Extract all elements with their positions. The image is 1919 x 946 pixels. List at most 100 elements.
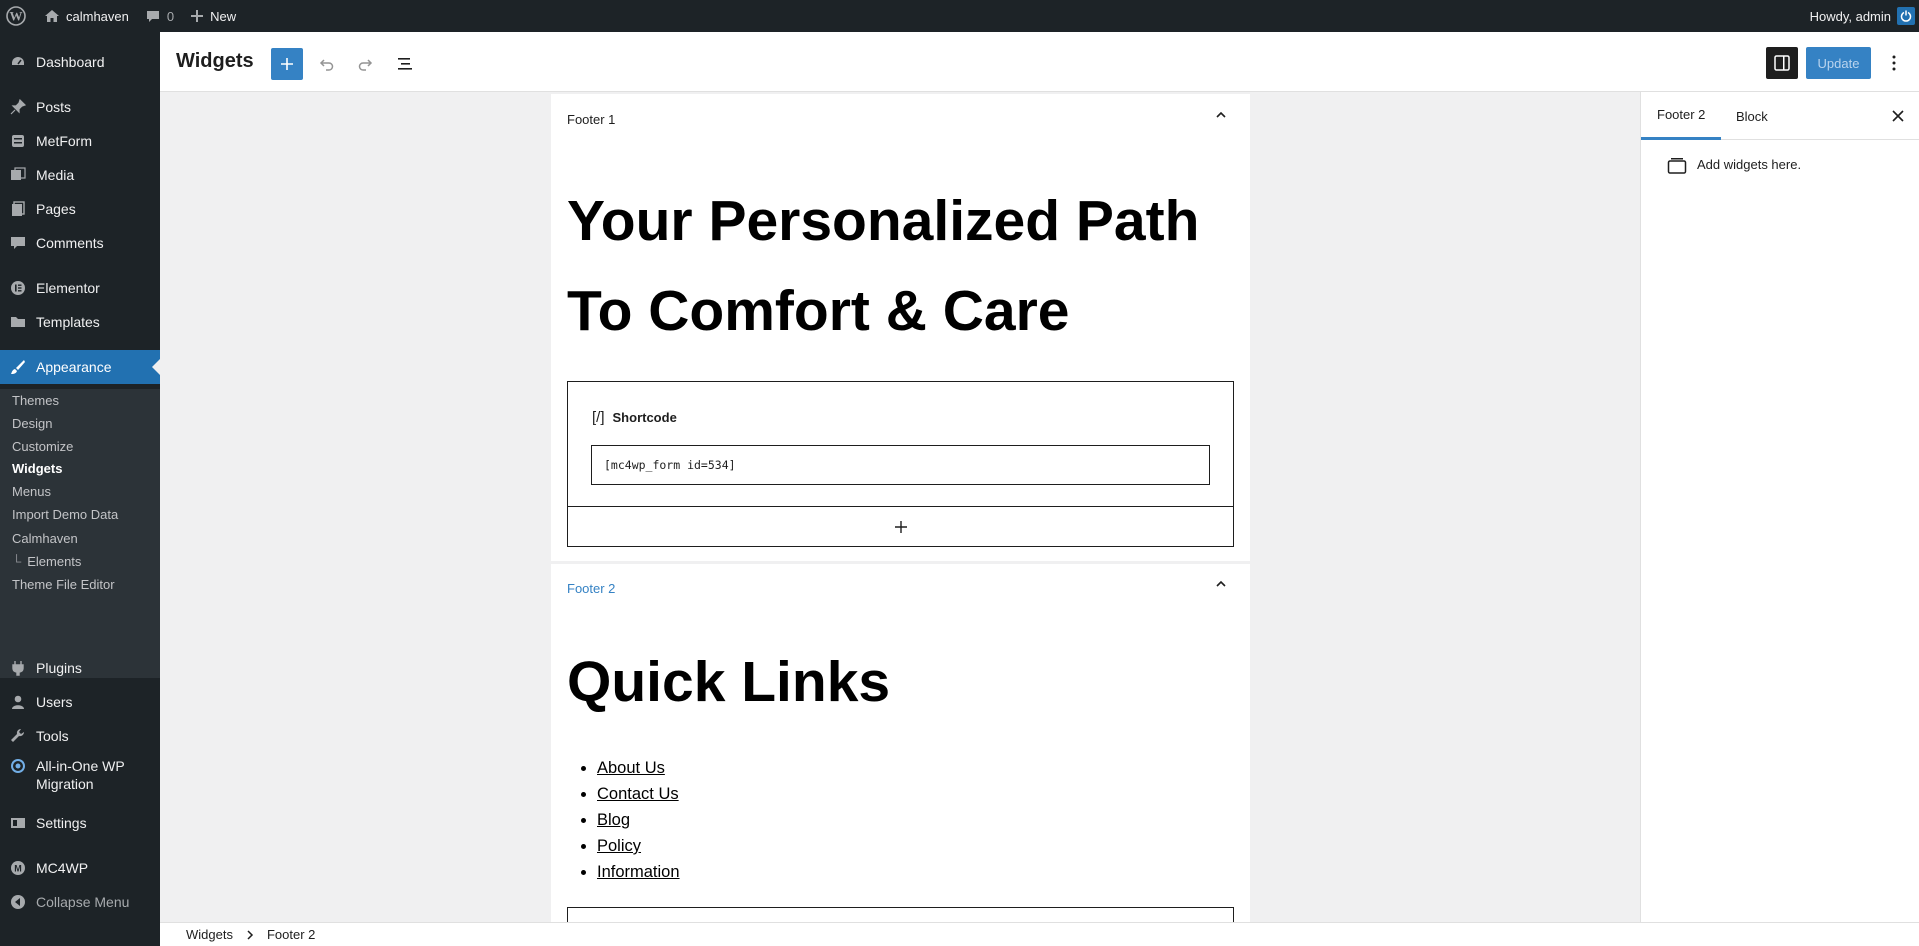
media-icon (10, 167, 26, 183)
list-item[interactable]: Policy (597, 833, 680, 859)
block-appender-button[interactable] (567, 506, 1234, 547)
redo-button[interactable] (350, 48, 382, 80)
settings-icon (10, 815, 26, 831)
site-name-link[interactable]: calmhaven (34, 0, 137, 32)
submenu-item-widgets[interactable]: Widgets (12, 457, 62, 479)
sidebar-item-pages[interactable]: Pages (0, 192, 160, 226)
options-menu-button[interactable] (1882, 47, 1906, 79)
submenu-item-label: Import Demo Data (12, 506, 119, 522)
comment-icon (10, 235, 26, 251)
submenu-item-menus[interactable]: Menus (12, 480, 51, 502)
block-inserter-button[interactable] (271, 48, 303, 80)
tab-label: Footer 2 (1657, 107, 1706, 122)
sidebar-item-metform[interactable]: MetForm (0, 124, 160, 158)
list-item[interactable]: Information (597, 859, 680, 885)
close-sidebar-button[interactable] (1888, 106, 1908, 126)
submenu-item-elements[interactable]: └ Elements (12, 550, 81, 572)
widget-area-title[interactable]: Footer 2 (567, 581, 615, 596)
sidebar-icon (1774, 55, 1790, 71)
tab-label: Block (1736, 108, 1768, 124)
next-block-edge (567, 907, 1234, 922)
chevron-up-icon[interactable] (1214, 108, 1228, 122)
submenu-item-customize[interactable]: Customize (12, 435, 73, 457)
elementor-icon (10, 280, 26, 296)
undo-button[interactable] (310, 48, 342, 80)
sidebar-tabs: Footer 2 Block (1641, 92, 1919, 140)
form-icon (10, 133, 26, 149)
plus-icon (281, 58, 293, 70)
comments-link[interactable]: 0 (137, 0, 182, 32)
close-icon (1892, 110, 1904, 122)
widget-area-title[interactable]: Footer 1 (567, 112, 615, 127)
list-item[interactable]: Contact Us (597, 781, 680, 807)
sidebar-item-label: Templates (36, 314, 100, 330)
breadcrumb: Widgets Footer 2 (160, 922, 1919, 946)
sidebar-item-label: Pages (36, 201, 76, 217)
heading-line: Your Personalized Path (567, 189, 1200, 253)
sidebar-item-users[interactable]: Users (0, 685, 160, 719)
sidebar-item-label: Media (36, 167, 75, 183)
tab-footer-2[interactable]: Footer 2 (1641, 92, 1722, 140)
sidebar-item-label: Users (36, 694, 73, 710)
widget-area-footer-1: Footer 1 Your Personalized Path To Comfo… (551, 94, 1250, 561)
sidebar-item-label: Dashboard (36, 54, 105, 70)
settings-sidebar-toggle[interactable] (1766, 47, 1798, 79)
heading-block[interactable]: Your Personalized Path To Comfort & Care (567, 176, 1247, 356)
sidebar-item-plugins[interactable]: Plugins (0, 651, 160, 685)
breadcrumb-item-widgets[interactable]: Widgets (186, 927, 233, 942)
sidebar-item-comments[interactable]: Comments (0, 226, 160, 260)
sidebar-item-label: Posts (36, 99, 72, 115)
submenu-item-label: Themes (12, 392, 59, 408)
sidebar-item-label: MetForm (36, 133, 92, 149)
plugin-icon (10, 660, 26, 676)
redo-icon (358, 59, 373, 71)
shortcode-title: Shortcode (612, 410, 677, 425)
submenu-item-label: Elements (27, 553, 82, 569)
sidebar-item-label: Collapse Menu (36, 894, 130, 910)
list-view-icon (398, 58, 412, 70)
submenu-item-design[interactable]: Design (12, 412, 52, 434)
sidebar-item-label: Settings (36, 815, 87, 831)
sidebar-item-label: MC4WP (36, 860, 89, 876)
sidebar-item-label: Tools (36, 728, 69, 744)
sidebar-item-all-in-one-wp-migration[interactable]: All-in-One WP Migration (0, 753, 160, 797)
shortcode-input[interactable]: [mc4wp_form id=534] (591, 445, 1210, 485)
sidebar-item-dashboard[interactable]: Dashboard (0, 45, 160, 79)
submenu-item-themes[interactable]: Themes (12, 389, 59, 411)
sidebar-item-label: Comments (36, 235, 104, 251)
avatar (1897, 7, 1915, 25)
chevron-up-icon[interactable] (1214, 577, 1228, 591)
user-icon (10, 694, 26, 710)
submenu-item-calmhaven[interactable]: Calmhaven (12, 527, 78, 549)
wordpress-logo-icon: W (6, 6, 26, 26)
sidebar-item-mc4wp[interactable]: M MC4WP (0, 851, 160, 885)
sidebar-item-elementor[interactable]: Elementor (0, 271, 160, 305)
svg-text:M: M (14, 864, 22, 874)
submenu-item-import-demo-data[interactable]: Import Demo Data (12, 503, 118, 525)
shortcode-block[interactable]: [/] Shortcode [mc4wp_form id=534] (567, 381, 1234, 509)
sidebar-item-posts[interactable]: Posts (0, 90, 160, 124)
new-content-link[interactable]: New (182, 0, 244, 32)
my-account-menu[interactable]: Howdy, admin (1802, 0, 1919, 32)
svg-text:W: W (10, 9, 23, 24)
list-view-button[interactable] (389, 48, 421, 80)
sidebar-item-label: Elementor (36, 280, 100, 296)
sidebar-item-media[interactable]: Media (0, 158, 160, 192)
dashboard-icon (10, 54, 26, 70)
list-item[interactable]: About Us (597, 755, 680, 781)
breadcrumb-item-footer-2[interactable]: Footer 2 (267, 927, 315, 942)
tab-block[interactable]: Block (1736, 92, 1768, 140)
submenu-indent-glyph: └ (12, 553, 22, 569)
heading-block[interactable]: Quick Links (567, 642, 890, 722)
collapse-menu-button[interactable]: Collapse Menu (0, 885, 160, 919)
sidebar-item-settings[interactable]: Settings (0, 806, 160, 840)
submenu-item-theme-file-editor[interactable]: Theme File Editor (12, 573, 115, 595)
wp-logo-menu[interactable]: W (0, 0, 34, 32)
list-item[interactable]: Blog (597, 807, 680, 833)
update-button[interactable]: Update (1806, 47, 1871, 79)
sidebar-item-tools[interactable]: Tools (0, 719, 160, 753)
sidebar-item-templates[interactable]: Templates (0, 305, 160, 339)
comment-icon (146, 11, 159, 22)
site-name: calmhaven (66, 8, 129, 24)
sidebar-item-appearance[interactable]: Appearance (0, 350, 160, 384)
